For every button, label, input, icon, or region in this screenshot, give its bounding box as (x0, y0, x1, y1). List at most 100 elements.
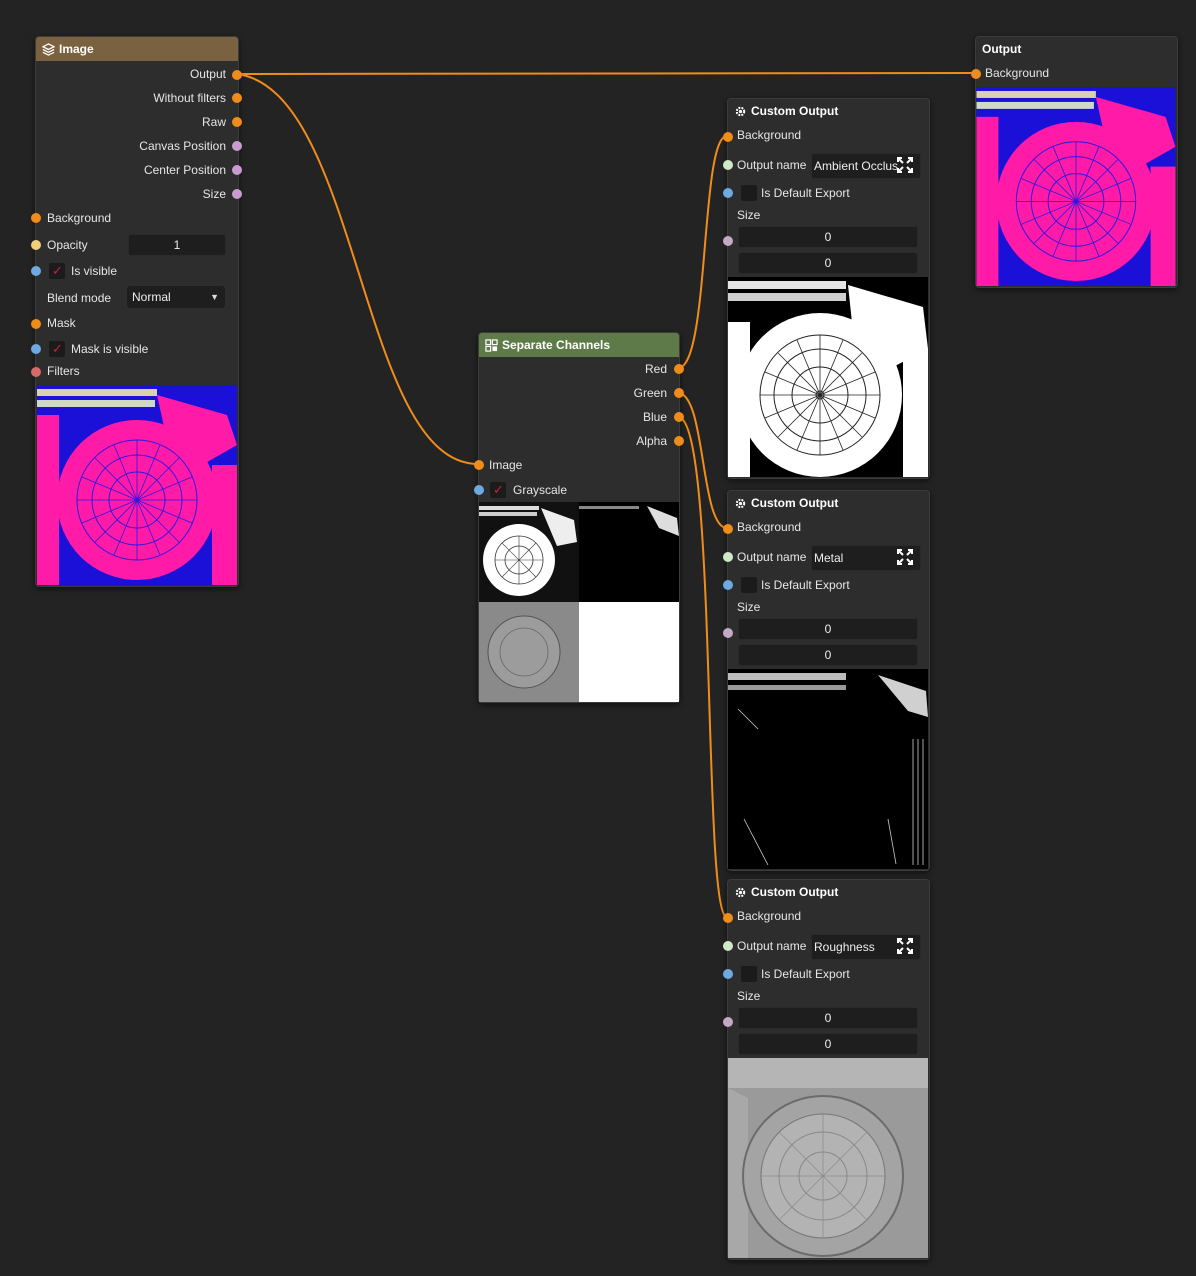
roughness-output-name-socket[interactable] (723, 941, 733, 951)
channels-icon (485, 338, 498, 352)
output-background-socket[interactable] (971, 69, 981, 79)
metal-size-socket[interactable] (723, 628, 733, 638)
ao-default-export-socket[interactable] (723, 188, 733, 198)
output-node-header[interactable]: Output (976, 37, 1177, 61)
blue-port-label: Blue (642, 410, 667, 424)
image-node[interactable]: Image Output Without filters Raw Canvas … (31, 36, 242, 587)
output-node[interactable]: Output Background (971, 36, 1178, 288)
metal-output-name-value: Metal (814, 551, 844, 565)
checkmark-icon: ✓ (52, 263, 63, 278)
image-node-title: Image (59, 42, 94, 56)
roughness-default-export-checkbox[interactable] (741, 966, 757, 982)
ao-output-name-label: Output name (737, 158, 807, 172)
alpha-socket[interactable] (674, 436, 684, 446)
mask-visible-checkbox[interactable]: ✓ (49, 341, 65, 357)
wire-red-to-ao-background (677, 135, 728, 369)
metal-default-export-checkbox[interactable] (741, 577, 757, 593)
mask-socket[interactable] (31, 319, 41, 329)
gear-icon (735, 106, 746, 116)
separate-channels-node[interactable]: Separate Channels Red Green Blue Alpha I… (474, 332, 684, 703)
wire-image-output-to-output-background (236, 72, 976, 75)
metal-size-label: Size (737, 600, 761, 614)
opacity-input[interactable]: 1 (128, 234, 226, 256)
mask-visible-socket[interactable] (31, 344, 41, 354)
output-socket[interactable] (232, 70, 242, 80)
metal-default-export-label: Is Default Export (761, 578, 850, 592)
grayscale-checkbox[interactable]: ✓ (490, 482, 506, 498)
image-preview (37, 385, 237, 585)
gear-icon (735, 887, 746, 897)
is-visible-checkbox[interactable]: ✓ (49, 263, 65, 279)
without-filters-socket[interactable] (232, 93, 242, 103)
metal-output-name-socket[interactable] (723, 552, 733, 562)
image-node-header[interactable]: Image (36, 37, 238, 61)
ao-background-socket[interactable] (723, 132, 733, 142)
metal-size-height-input[interactable]: 0 (738, 644, 918, 666)
checkmark-icon: ✓ (52, 341, 63, 356)
raw-socket[interactable] (232, 117, 242, 127)
ao-preview (728, 277, 928, 477)
blue-socket[interactable] (674, 412, 684, 422)
filters-socket[interactable] (31, 367, 41, 377)
separate-channels-title: Separate Channels (502, 338, 611, 352)
image-input-socket[interactable] (474, 460, 484, 470)
metal-background-socket[interactable] (723, 524, 733, 534)
wire-green-to-metal-background (677, 392, 728, 529)
is-visible-label: Is visible (71, 264, 118, 278)
roughness-output-name-label: Output name (737, 939, 807, 953)
custom-output-node-ao[interactable]: Custom Output Background Output name Amb… (723, 98, 930, 479)
roughness-size-width-input[interactable]: 0 (738, 1007, 918, 1029)
custom-output-header[interactable]: Custom Output (728, 491, 929, 515)
is-visible-socket[interactable] (31, 266, 41, 276)
roughness-default-export-label: Is Default Export (761, 967, 850, 981)
expand-icon[interactable] (896, 548, 914, 566)
center-position-socket[interactable] (232, 165, 242, 175)
ao-size-height-input[interactable]: 0 (738, 252, 918, 274)
canvas-position-port-label: Canvas Position (139, 139, 226, 153)
opacity-socket[interactable] (31, 240, 41, 250)
roughness-background-label: Background (737, 909, 802, 923)
blend-mode-label: Blend mode (47, 291, 112, 305)
roughness-default-export-socket[interactable] (723, 969, 733, 979)
red-socket[interactable] (674, 364, 684, 374)
background-socket[interactable] (31, 213, 41, 223)
custom-output-node-metal[interactable]: Custom Output Background Output name Met… (723, 490, 930, 871)
opacity-label: Opacity (47, 238, 88, 252)
roughness-size-height-input[interactable]: 0 (738, 1033, 918, 1055)
canvas-position-socket[interactable] (232, 141, 242, 151)
mask-label: Mask (47, 316, 76, 330)
ao-default-export-label: Is Default Export (761, 186, 850, 200)
wire-image-output-to-separate-image (236, 73, 479, 465)
gear-icon (735, 498, 746, 508)
size-socket[interactable] (232, 189, 242, 199)
blend-mode-value: Normal (132, 290, 171, 304)
metal-size-width-input[interactable]: 0 (738, 618, 918, 640)
green-port-label: Green (633, 386, 667, 400)
image-input-label: Image (489, 458, 523, 472)
center-position-port-label: Center Position (143, 163, 226, 177)
mask-visible-label: Mask is visible (71, 342, 149, 356)
ao-size-width-input[interactable]: 0 (738, 226, 918, 248)
custom-output-node-roughness[interactable]: Custom Output Background Output name Rou… (723, 879, 930, 1260)
ao-output-name-socket[interactable] (723, 160, 733, 170)
metal-default-export-socket[interactable] (723, 580, 733, 590)
background-port-label: Background (47, 211, 112, 225)
custom-output-title: Custom Output (751, 496, 839, 510)
roughness-size-label: Size (737, 989, 761, 1003)
green-socket[interactable] (674, 388, 684, 398)
expand-icon[interactable] (896, 937, 914, 955)
blend-mode-select[interactable]: Normal ▼ (127, 286, 225, 308)
metal-output-name-label: Output name (737, 550, 807, 564)
separate-channels-header[interactable]: Separate Channels (479, 333, 679, 357)
without-filters-port-label: Without filters (153, 91, 226, 105)
roughness-size-socket[interactable] (723, 1017, 733, 1027)
grayscale-socket[interactable] (474, 485, 484, 495)
ao-default-export-checkbox[interactable] (741, 185, 757, 201)
custom-output-header[interactable]: Custom Output (728, 99, 929, 123)
roughness-output-name-value: Roughness (814, 940, 875, 954)
ao-size-socket[interactable] (723, 236, 733, 246)
chevron-down-icon: ▼ (210, 292, 219, 302)
custom-output-header[interactable]: Custom Output (728, 880, 929, 904)
roughness-background-socket[interactable] (723, 913, 733, 923)
expand-icon[interactable] (896, 156, 914, 174)
